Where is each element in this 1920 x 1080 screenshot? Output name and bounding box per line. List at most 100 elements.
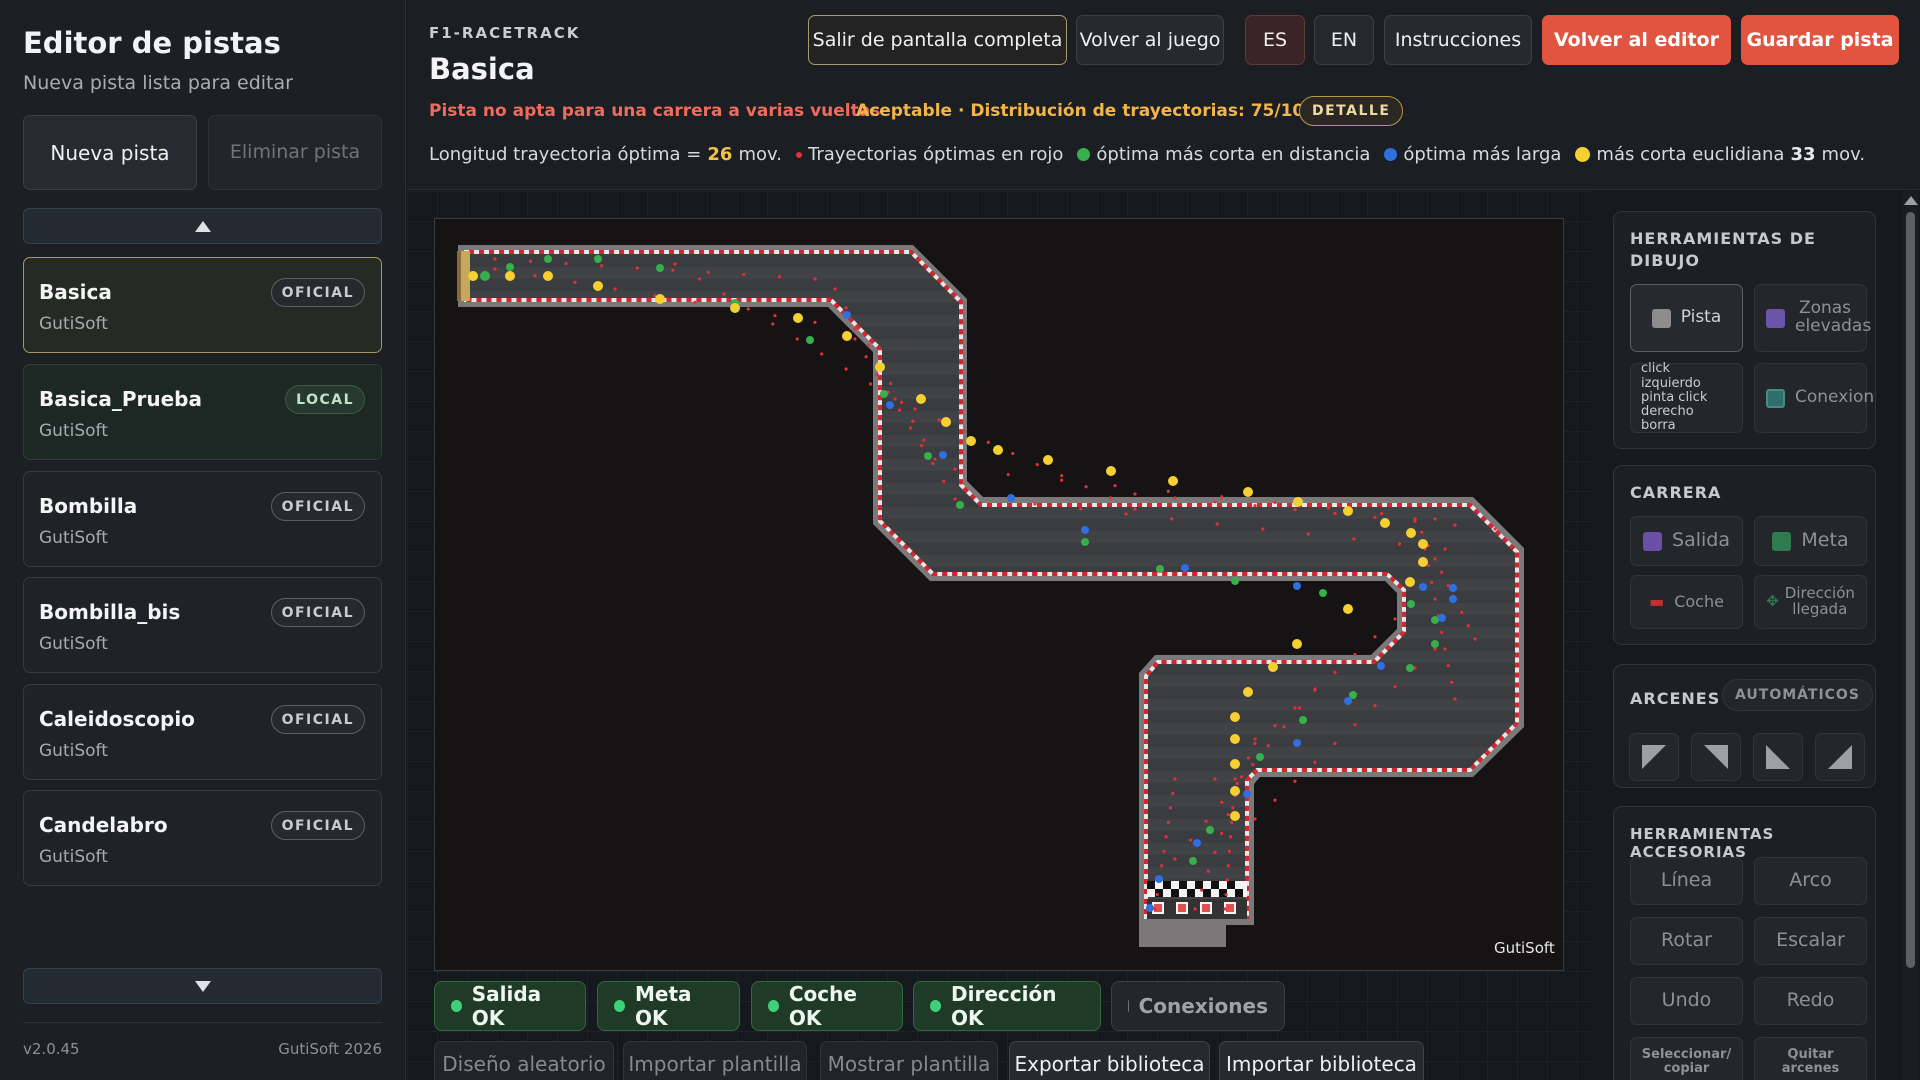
red-path-dot xyxy=(942,479,946,483)
red-path-dot xyxy=(953,467,957,471)
red-path-dot xyxy=(875,372,879,377)
scrollbar-thumb[interactable] xyxy=(1906,212,1915,968)
red-path-dot xyxy=(1213,850,1217,854)
red-path-dot xyxy=(931,461,935,466)
delete-track-button[interactable]: Eliminar pista xyxy=(208,115,382,190)
finish-tool-button[interactable]: Meta xyxy=(1754,516,1867,566)
track-name: Caleidoscopio xyxy=(39,707,195,731)
status-label: Coche OK xyxy=(788,982,857,1030)
track-item-bombilla-bis[interactable]: Bombilla_bis GutiSoft OFICIAL xyxy=(23,577,382,673)
save-track-button[interactable]: Guardar pista xyxy=(1741,15,1899,65)
red-path-dot xyxy=(1266,744,1270,748)
lang-en-button[interactable]: EN xyxy=(1314,15,1374,65)
shoulder-top-left-button[interactable] xyxy=(1629,733,1679,781)
track-tool-button[interactable]: Pista xyxy=(1630,284,1743,352)
corner-bottom-right-icon xyxy=(1828,745,1852,769)
import-template-button[interactable]: Importar plantilla xyxy=(623,1041,807,1080)
detail-button[interactable]: DETALLE xyxy=(1299,96,1404,126)
race-title: CARRERA xyxy=(1630,483,1722,502)
draw-hint: click izquierdo pinta click derecho borr… xyxy=(1630,362,1743,433)
scroll-down-button[interactable] xyxy=(23,968,382,1004)
red-path-dot xyxy=(1168,806,1173,810)
red-path-dot xyxy=(1393,617,1397,621)
rotate-tool-button[interactable]: Rotar xyxy=(1630,917,1743,965)
show-template-button[interactable]: Mostrar plantilla xyxy=(820,1041,998,1080)
direction-tool-button[interactable]: ✥ Dirección llegada xyxy=(1754,575,1867,629)
red-path-dot xyxy=(820,352,824,356)
legend-yellow: más corta euclidiana xyxy=(1596,144,1785,165)
redo-button[interactable]: Redo xyxy=(1754,977,1867,1025)
track-item-basica[interactable]: Basica GutiSoft OFICIAL xyxy=(23,257,382,353)
undo-button[interactable]: Undo xyxy=(1630,977,1743,1025)
red-path-dot xyxy=(742,272,746,277)
track-canvas[interactable] xyxy=(434,218,1564,971)
red-path-dot xyxy=(1033,502,1037,506)
scale-tool-button[interactable]: Escalar xyxy=(1754,917,1867,965)
connection-swatch-icon xyxy=(1766,388,1785,408)
blue-dot-icon xyxy=(1384,148,1398,161)
red-path-dot xyxy=(1313,760,1317,764)
lang-es-button[interactable]: ES xyxy=(1245,15,1305,65)
red-path-dot xyxy=(1251,762,1255,767)
red-path-dot xyxy=(1226,812,1230,817)
start-swatch-icon xyxy=(1643,531,1663,551)
scrollbar-up-icon[interactable] xyxy=(1904,196,1918,205)
new-track-button[interactable]: Nueva pista xyxy=(23,115,197,190)
red-path-dot xyxy=(933,457,937,461)
red-path-dot xyxy=(953,497,957,501)
red-path-dot xyxy=(913,407,917,411)
track-author: GutiSoft xyxy=(39,528,108,548)
remove-shoulders-button[interactable]: Quitar arcenes xyxy=(1754,1037,1867,1080)
track-item-basica-prueba[interactable]: Basica_Prueba GutiSoft LOCAL xyxy=(23,364,382,460)
track-drawing xyxy=(457,245,1524,947)
status-label: Dirección OK xyxy=(951,982,1057,1030)
import-library-button[interactable]: Importar biblioteca xyxy=(1219,1041,1424,1080)
red-path-dot xyxy=(1313,687,1317,691)
back-to-game-button[interactable]: Volver al juego xyxy=(1076,15,1224,65)
red-path-dot xyxy=(962,429,966,433)
track-name: Candelabro xyxy=(39,813,168,837)
red-path-dot xyxy=(1160,864,1164,868)
track-item-candelabro[interactable]: Candelabro GutiSoft OFICIAL xyxy=(23,790,382,886)
shoulder-top-right-button[interactable] xyxy=(1691,733,1741,781)
export-library-button[interactable]: Exportar biblioteca xyxy=(1009,1041,1210,1080)
track-name: Basica_Prueba xyxy=(39,387,202,411)
red-path-dot xyxy=(1233,777,1237,781)
instructions-button[interactable]: Instrucciones xyxy=(1384,15,1532,65)
track-curb xyxy=(464,250,1519,919)
shoulder-bottom-left-button[interactable] xyxy=(1753,733,1803,781)
track-badge: OFICIAL xyxy=(270,598,365,627)
tool-label: Meta xyxy=(1801,529,1849,552)
select-copy-button[interactable]: Seleccionar/ copiar xyxy=(1630,1037,1743,1080)
status-off-icon xyxy=(1128,1000,1129,1012)
random-design-button[interactable]: Diseño aleatorio xyxy=(434,1041,614,1080)
red-path-dot xyxy=(1231,806,1235,810)
red-path-dot xyxy=(1224,892,1228,897)
red-path-dot xyxy=(1220,800,1224,804)
start-tool-button[interactable]: Salida xyxy=(1630,516,1743,566)
elevated-swatch-icon xyxy=(1766,308,1785,328)
auto-shoulders-button[interactable]: AUTOMÁTICOS xyxy=(1722,679,1873,711)
arc-tool-button[interactable]: Arco xyxy=(1754,857,1867,905)
red-path-dot xyxy=(1453,697,1457,701)
euclid-unit: mov. xyxy=(1821,144,1866,165)
track-item-caleidoscopio[interactable]: Caleidoscopio GutiSoft OFICIAL xyxy=(23,684,382,780)
red-path-dot xyxy=(1173,777,1177,781)
elevated-tool-button[interactable]: Zonas elevadas xyxy=(1754,284,1871,352)
app-name: F1-RACETRACK xyxy=(429,24,581,42)
scroll-up-button[interactable] xyxy=(23,208,382,244)
track-item-bombilla[interactable]: Bombilla GutiSoft OFICIAL xyxy=(23,471,382,567)
back-to-editor-button[interactable]: Volver al editor xyxy=(1542,15,1731,65)
connection-tool-button[interactable]: Conexion xyxy=(1754,363,1874,433)
car-tool-button[interactable]: ▬ Coche xyxy=(1630,575,1743,629)
line-tool-button[interactable]: Línea xyxy=(1630,857,1743,905)
legend-blue: óptima más larga xyxy=(1403,144,1562,165)
red-path-dot xyxy=(986,440,990,444)
red-path-dot xyxy=(1084,485,1088,489)
shoulder-bottom-right-button[interactable] xyxy=(1815,733,1865,781)
red-path-dot xyxy=(1227,849,1232,853)
exit-fullscreen-button[interactable]: Salir de pantalla completa xyxy=(808,15,1067,65)
red-path-dot xyxy=(1443,647,1447,651)
red-path-dot xyxy=(1240,775,1244,779)
copyright-label: GutiSoft 2026 xyxy=(278,1040,382,1058)
